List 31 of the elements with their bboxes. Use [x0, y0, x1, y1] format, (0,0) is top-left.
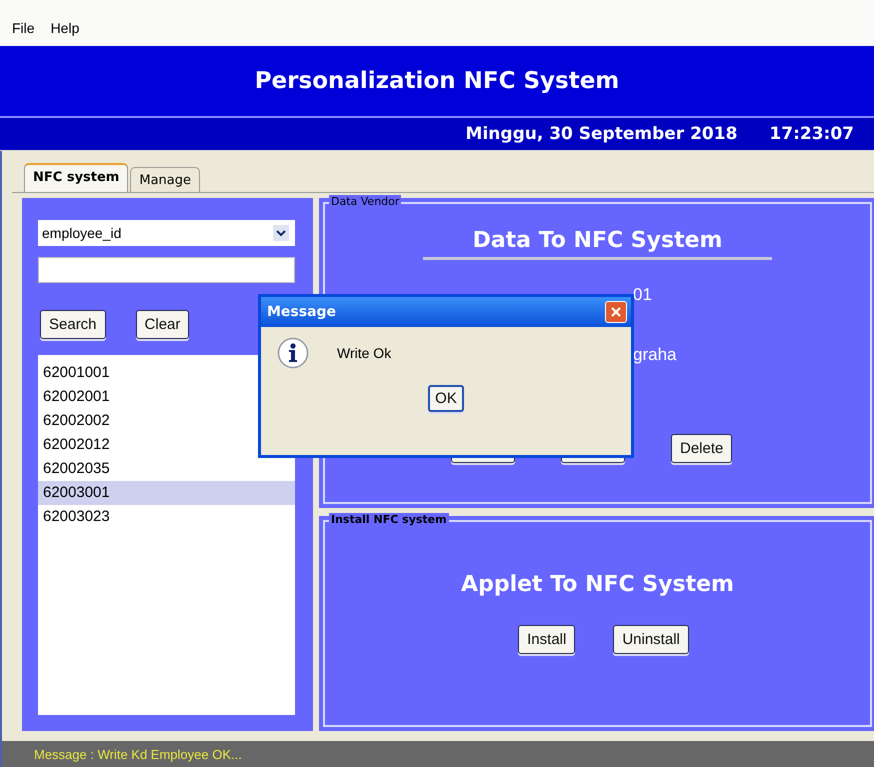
dialog-message: Write Ok — [337, 345, 392, 361]
time-text: 17:23:07 — [769, 124, 854, 144]
ok-button[interactable]: OK — [428, 385, 464, 412]
list-item[interactable]: 62003001 — [38, 481, 295, 505]
group-legend: Install NFC system — [329, 513, 449, 526]
tab[interactable]: Manage — [130, 167, 200, 192]
close-button[interactable] — [605, 301, 627, 323]
status-text: Message : Write Kd Employee OK... — [34, 746, 242, 762]
dialog-title: Message — [267, 304, 336, 320]
button[interactable]: Uninstall — [613, 625, 689, 654]
panel-title: Applet To NFC System — [461, 572, 734, 597]
button[interactable]: Search — [40, 310, 106, 339]
chevron-down-icon — [276, 229, 286, 237]
field-dropdown[interactable]: employee_id — [38, 220, 295, 246]
button[interactable]: Clear — [136, 310, 190, 339]
app-title: Personalization NFC System — [254, 68, 620, 94]
menu-item[interactable]: Help — [48, 20, 82, 38]
button[interactable]: Install — [518, 625, 576, 654]
group-legend: Data Vendor — [329, 195, 402, 208]
list-item[interactable]: 62003023 — [38, 505, 295, 529]
tab[interactable]: NFC system — [24, 163, 128, 192]
field-value: graha — [633, 345, 678, 365]
menu-item[interactable]: File — [10, 20, 37, 38]
panel-title: Data To NFC System — [422, 228, 772, 260]
list-item[interactable]: 62002035 — [38, 457, 295, 481]
close-icon — [611, 307, 621, 317]
info-icon — [277, 337, 309, 369]
field-value: 01 — [633, 285, 653, 305]
button[interactable]: Delete — [671, 434, 732, 463]
search-field[interactable] — [38, 257, 295, 283]
date-text: Minggu, 30 September 2018 — [466, 124, 738, 144]
